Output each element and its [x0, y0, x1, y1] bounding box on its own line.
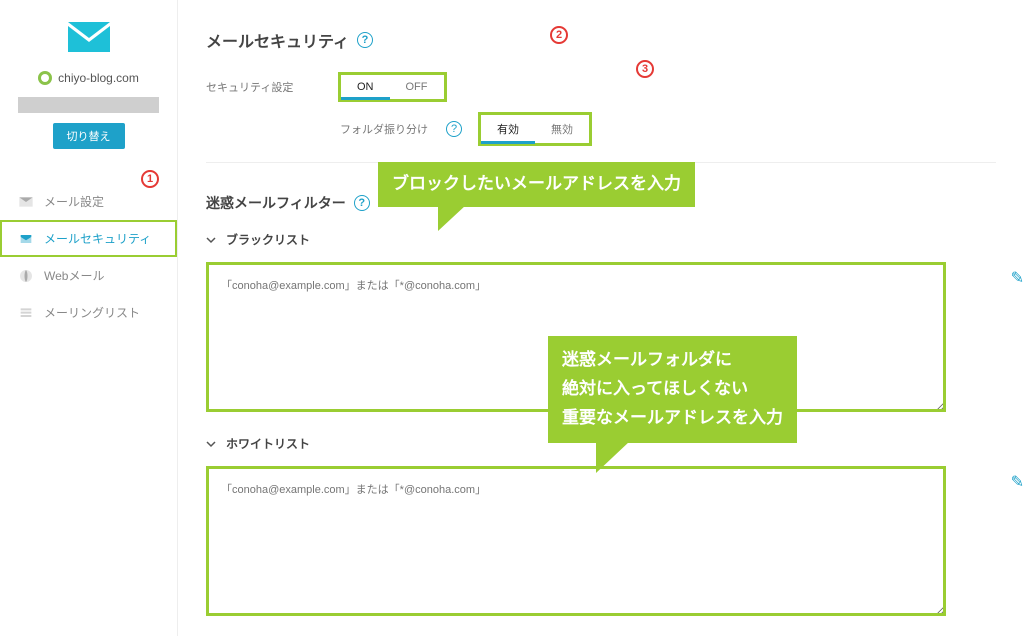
callout-whitelist: 迷惑メールフォルダに 絶対に入ってほしくない 重要なメールアドレスを入力 — [548, 336, 797, 443]
sidebar: chiyo-blog.com 切り替え メール設定 メールセキュリティ Webメ… — [0, 0, 178, 636]
page-title: メールセキュリティ — [206, 28, 349, 52]
folder-sort-label: フォルダ振り分け — [340, 121, 428, 137]
sidebar-item-mailing-list[interactable]: メーリングリスト — [0, 294, 177, 331]
edit-icon[interactable]: ✎ — [1011, 472, 1024, 492]
callout-text: 迷惑メールフォルダに — [562, 346, 783, 375]
spam-filter-title: 迷惑メールフィルター — [206, 193, 346, 213]
folder-sort-row: フォルダ振り分け ? 有効 無効 — [340, 114, 996, 144]
callout-text: ブロックしたいメールアドレスを入力 — [392, 174, 681, 193]
security-toggle: ON OFF — [340, 74, 445, 100]
page-title-row: メールセキュリティ ? — [206, 28, 996, 52]
main-content: メールセキュリティ ? 2 セキュリティ設定 ON OFF 3 フォルダ振り分け… — [178, 0, 1024, 636]
whitelist-label: ホワイトリスト — [226, 435, 310, 452]
gear-mail-icon — [18, 194, 34, 210]
security-on-button[interactable]: ON — [341, 75, 390, 99]
callout-text: 絶対に入ってほしくない — [562, 375, 783, 404]
blacklist-header[interactable]: ブラックリスト — [206, 231, 996, 248]
status-dot-icon — [38, 71, 52, 85]
whitelist-area: ✎ — [206, 466, 996, 621]
chevron-down-icon — [206, 439, 216, 449]
whitelist-textarea[interactable] — [206, 466, 946, 616]
blacklist-label: ブラックリスト — [226, 231, 310, 248]
globe-icon — [18, 268, 34, 284]
callout-text: 重要なメールアドレスを入力 — [562, 404, 783, 433]
sidebar-item-label: メールセキュリティ — [44, 230, 151, 247]
placeholder-bar — [18, 97, 159, 113]
sidebar-item-webmail[interactable]: Webメール — [0, 257, 177, 294]
sidebar-item-label: メーリングリスト — [44, 304, 140, 321]
site-name: chiyo-blog.com — [0, 71, 177, 85]
sidebar-item-label: Webメール — [44, 267, 104, 284]
folder-sort-toggle: 有効 無効 — [480, 114, 590, 144]
callout-tail — [438, 205, 466, 231]
annotation-number-1: 1 — [141, 170, 159, 188]
edit-icon[interactable]: ✎ — [1011, 268, 1024, 288]
help-icon[interactable]: ? — [446, 121, 462, 137]
callout-blacklist: ブロックしたいメールアドレスを入力 — [378, 162, 695, 207]
mail-icon — [0, 20, 177, 59]
shield-mail-icon — [18, 231, 34, 247]
sidebar-item-mail-settings[interactable]: メール設定 — [0, 183, 177, 220]
callout-tail — [596, 441, 630, 473]
sidebar-item-mail-security[interactable]: メールセキュリティ — [0, 220, 177, 257]
folder-disabled-button[interactable]: 無効 — [535, 115, 589, 143]
security-off-button[interactable]: OFF — [390, 75, 444, 99]
chevron-down-icon — [206, 235, 216, 245]
switch-button[interactable]: 切り替え — [53, 123, 125, 149]
folder-enabled-button[interactable]: 有効 — [481, 115, 535, 143]
help-icon[interactable]: ? — [357, 32, 373, 48]
sidebar-item-label: メール設定 — [44, 193, 104, 210]
annotation-number-2: 2 — [550, 26, 568, 44]
site-name-text: chiyo-blog.com — [58, 71, 139, 85]
security-setting-label: セキュリティ設定 — [206, 79, 316, 95]
list-icon — [18, 305, 34, 321]
annotation-number-3: 3 — [636, 60, 654, 78]
sidebar-nav: メール設定 メールセキュリティ Webメール メーリングリスト — [0, 183, 177, 331]
help-icon[interactable]: ? — [354, 195, 370, 211]
security-setting-row: セキュリティ設定 ON OFF — [206, 74, 996, 100]
